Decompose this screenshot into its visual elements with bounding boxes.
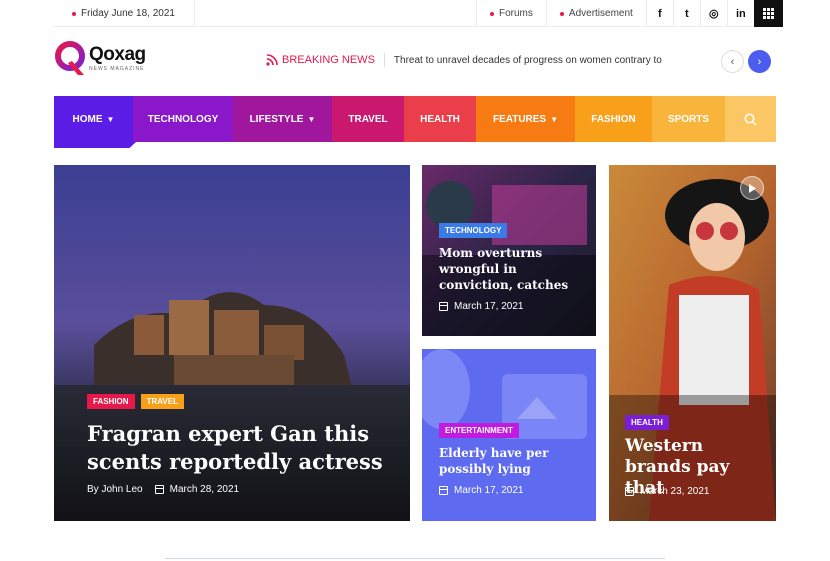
author[interactable]: By John Leo	[87, 484, 143, 495]
menu-label: FASHION	[591, 113, 636, 125]
advertisement-link[interactable]: Advertisement	[545, 0, 646, 27]
calendar-icon	[625, 487, 634, 496]
chevron-down-icon: ▼	[106, 114, 115, 124]
breaking-headline[interactable]: Threat to unravel decades of progress on…	[394, 55, 662, 66]
menu-item-features[interactable]: FEATURES ▼	[476, 96, 575, 142]
publish-date: March 17, 2021	[454, 485, 524, 496]
menu-label: FEATURES	[492, 113, 547, 125]
date-dot-icon	[72, 11, 76, 16]
story-card-entertainment[interactable]: ENTERTAINMENT Elderly have per possibly …	[422, 349, 596, 521]
logo-name: Qoxag	[89, 43, 146, 65]
section-divider	[165, 558, 665, 559]
active-menu-indicator	[54, 142, 136, 148]
chevron-down-icon: ▼	[307, 114, 316, 124]
menu-label: LIFESTYLE	[249, 113, 304, 125]
play-icon[interactable]	[740, 176, 764, 200]
logo-tagline: NEWS MAGAZINE	[89, 65, 145, 72]
category-tag-fashion[interactable]: FASHION	[87, 394, 135, 409]
advertisement-link-label: Advertisement	[568, 8, 633, 19]
twitter-icon[interactable]: t	[672, 0, 700, 27]
menu-item-travel[interactable]: TRAVEL	[332, 96, 404, 142]
instagram-icon[interactable]: ◎	[699, 0, 727, 27]
breaking-news-ticker: BREAKING NEWS Threat to unravel decades …	[266, 53, 662, 67]
featured-story-card[interactable]: FASHION TRAVEL Fragran expert Gan this s…	[54, 165, 410, 521]
logo-q-icon	[55, 41, 85, 75]
menu-label: TRAVEL	[348, 113, 388, 125]
menu-label: TECHNOLOGY	[147, 113, 219, 125]
divider	[383, 53, 385, 67]
category-tag-travel[interactable]: TRAVEL	[140, 394, 184, 409]
breaking-news-label: BREAKING NEWS	[266, 54, 375, 66]
calendar-icon	[154, 485, 164, 494]
menu-item-sports[interactable]: SPORTS	[652, 96, 725, 142]
current-date: Friday June 18, 2021	[54, 0, 195, 27]
dot-icon	[559, 11, 564, 16]
menu-label: HOME	[72, 113, 103, 125]
menu-label: SPORTS	[667, 113, 710, 125]
publish-date: March 23, 2021	[640, 486, 710, 497]
menu-item-technology[interactable]: TECHNOLOGY	[133, 96, 233, 142]
calendar-icon	[439, 486, 448, 495]
top-bar: Friday June 18, 2021 Forums Advertisemen…	[54, 0, 783, 27]
menu-item-health[interactable]: HEALTH	[404, 96, 476, 142]
forums-link[interactable]: Forums	[476, 0, 546, 27]
prev-arrow-icon[interactable]: ‹	[721, 50, 744, 73]
facebook-icon[interactable]: f	[645, 0, 673, 27]
rss-icon	[266, 54, 278, 66]
category-tag-health[interactable]: HEALTH	[625, 415, 669, 430]
search-icon	[744, 113, 757, 126]
category-tag-entertainment[interactable]: ENTERTAINMENT	[439, 423, 519, 438]
menu-item-home[interactable]: HOME ▼	[54, 96, 133, 142]
next-arrow-icon[interactable]: ›	[748, 50, 771, 73]
menu-item-lifestyle[interactable]: LIFESTYLE ▼	[233, 96, 332, 142]
search-button[interactable]	[725, 96, 776, 142]
grid-menu-icon[interactable]	[753, 0, 783, 27]
story-card-health[interactable]: HEALTH Western brands pay that March 23,…	[609, 165, 776, 521]
breaking-label-text: BREAKING NEWS	[282, 54, 375, 66]
featured-headline[interactable]: Fragran expert Gan this scents reportedl…	[87, 420, 387, 476]
dot-icon	[490, 11, 494, 16]
forums-link-label: Forums	[499, 8, 533, 19]
site-logo[interactable]: Qoxag NEWS MAGAZINE	[54, 39, 146, 77]
technology-headline[interactable]: Mom overturns wrongful in conviction, ca…	[439, 245, 589, 293]
story-card-technology[interactable]: TECHNOLOGY Mom overturns wrongful in con…	[422, 165, 596, 336]
calendar-icon	[439, 302, 448, 311]
menu-label: HEALTH	[420, 113, 460, 125]
category-tag-technology[interactable]: TECHNOLOGY	[439, 223, 508, 238]
entertainment-headline[interactable]: Elderly have per possibly lying	[439, 445, 589, 477]
publish-date: March 28, 2021	[169, 484, 240, 495]
linkedin-icon[interactable]: in	[726, 0, 754, 27]
top-links: Forums Advertisement f t ◎ in	[476, 0, 783, 27]
date-text: Friday June 18, 2021	[81, 8, 175, 19]
main-menu: HOME ▼ TECHNOLOGY LIFESTYLE ▼ TRAVEL HEALT…	[54, 96, 776, 142]
menu-item-fashion[interactable]: FASHION	[575, 96, 652, 142]
chevron-down-icon: ▼	[550, 114, 559, 124]
publish-date: March 17, 2021	[454, 301, 524, 312]
